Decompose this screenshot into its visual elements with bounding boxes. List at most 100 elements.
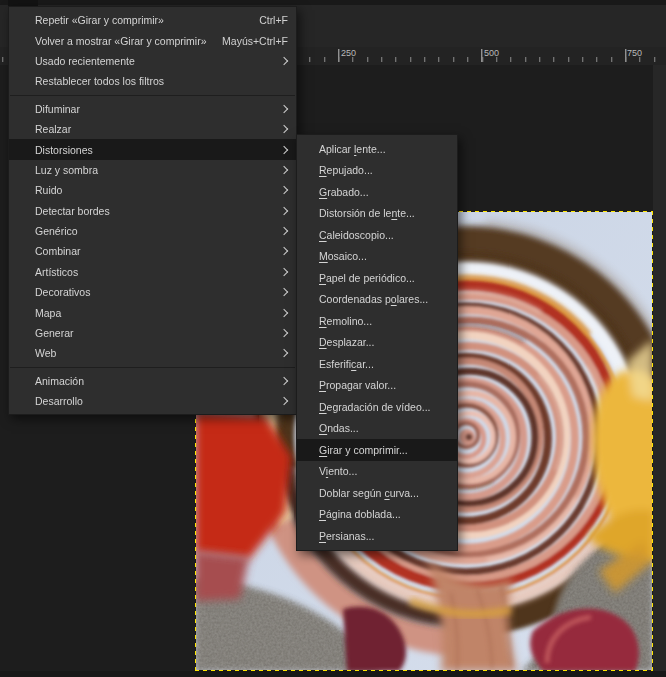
menu-item-papel-de-periodico[interactable]: Papel de periódico... bbox=[297, 267, 457, 289]
canvas-gutter-right bbox=[653, 65, 666, 677]
submenu-arrow-icon bbox=[280, 57, 288, 65]
menu-item-restablecer-todos-los-filtros[interactable]: Restablecer todos los filtros bbox=[9, 71, 296, 91]
menu-item-label: Remolino... bbox=[319, 315, 449, 327]
menu-item-pagina-doblada[interactable]: Página doblada... bbox=[297, 504, 457, 526]
menu-item-decorativos[interactable]: Decorativos bbox=[9, 282, 296, 302]
menu-item-label: Animación bbox=[35, 375, 281, 387]
menu-item-usado-recientemente[interactable]: Usado recientemente bbox=[9, 51, 296, 71]
menu-item-label: Página doblada... bbox=[319, 508, 449, 520]
menu-item-label: Usado recientemente bbox=[35, 55, 281, 67]
menu-item-label: Realzar bbox=[35, 123, 281, 135]
menu-item-ruido[interactable]: Ruido bbox=[9, 180, 296, 200]
submenu-arrow-icon bbox=[280, 397, 288, 405]
submenu-arrow-icon bbox=[280, 206, 288, 214]
menu-item-label: Web bbox=[35, 347, 281, 359]
menu-item-web[interactable]: Web bbox=[9, 343, 296, 363]
menu-item-mosaico[interactable]: Mosaico... bbox=[297, 246, 457, 268]
filters-context-menu: Repetir «Girar y comprimir»Ctrl+FVolver … bbox=[8, 6, 297, 415]
menu-item-label: Degradación de vídeo... bbox=[319, 401, 449, 413]
menu-item-desarrollo[interactable]: Desarrollo bbox=[9, 391, 296, 411]
menu-item-label: Viento... bbox=[319, 465, 449, 477]
submenu-arrow-icon bbox=[280, 166, 288, 174]
menu-item-aplicar-lente[interactable]: Aplicar lente... bbox=[297, 138, 457, 160]
menu-item-ondas[interactable]: Ondas... bbox=[297, 418, 457, 440]
submenu-arrow-icon bbox=[280, 377, 288, 385]
menu-item-label: Grabado... bbox=[319, 186, 449, 198]
menu-item-volver-a-mostrar-girar-y-comprimir[interactable]: Volver a mostrar «Girar y comprimir» Mayú… bbox=[9, 30, 296, 50]
submenu-arrow-icon bbox=[280, 145, 288, 153]
menu-item-caleidoscopio[interactable]: Caleidoscopio... bbox=[297, 224, 457, 246]
submenu-arrow-icon bbox=[280, 105, 288, 113]
menu-item-remolino[interactable]: Remolino... bbox=[297, 310, 457, 332]
menu-item-detectar-bordes[interactable]: Detectar bordes bbox=[9, 201, 296, 221]
submenu-arrow-icon bbox=[280, 268, 288, 276]
menu-item-label: Detectar bordes bbox=[35, 205, 281, 217]
menu-item-generar[interactable]: Generar bbox=[9, 323, 296, 343]
layer-boundary bbox=[195, 670, 653, 671]
ruler-label: 250 bbox=[341, 48, 356, 58]
menu-item-realzar[interactable]: Realzar bbox=[9, 119, 296, 139]
menu-item-label: Distorsión de lente... bbox=[319, 207, 449, 219]
menu-item-mapa[interactable]: Mapa bbox=[9, 302, 296, 322]
menu-item-shortcut: Ctrl+F bbox=[259, 14, 288, 26]
menu-item-label: Coordenadas polares... bbox=[319, 293, 449, 305]
menu-item-label: Mapa bbox=[35, 307, 281, 319]
menu-item-label: Artísticos bbox=[35, 266, 281, 278]
menu-item-label: Persianas... bbox=[319, 530, 449, 542]
submenu-arrow-icon bbox=[280, 288, 288, 296]
menu-item-persianas[interactable]: Persianas... bbox=[297, 525, 457, 547]
menu-item-label: Girar y comprimir... bbox=[319, 444, 449, 456]
menu-item-label: Distorsiones bbox=[35, 144, 281, 156]
menu-item-generico[interactable]: Genérico bbox=[9, 221, 296, 241]
submenu-arrow-icon bbox=[280, 349, 288, 357]
menu-item-repetir-girar-y-comprimir[interactable]: Repetir «Girar y comprimir»Ctrl+F bbox=[9, 10, 296, 30]
menu-item-distorsion-de-lente[interactable]: Distorsión de lente... bbox=[297, 203, 457, 225]
menu-item-artisticos[interactable]: Artísticos bbox=[9, 262, 296, 282]
menu-item-label: Desarrollo bbox=[35, 395, 281, 407]
menu-item-label: Volver a mostrar «Girar y comprimir» bbox=[35, 35, 208, 47]
submenu-arrow-icon bbox=[280, 186, 288, 194]
menu-item-doblar-segun-curva[interactable]: Doblar según curva... bbox=[297, 482, 457, 504]
submenu-arrow-icon bbox=[280, 247, 288, 255]
menu-item-label: Luz y sombra bbox=[35, 164, 281, 176]
menu-item-propagar-valor[interactable]: Propagar valor... bbox=[297, 375, 457, 397]
menu-item-difuminar[interactable]: Difuminar bbox=[9, 99, 296, 119]
submenu-arrow-icon bbox=[280, 308, 288, 316]
menu-item-label: Aplicar lente... bbox=[319, 143, 449, 155]
menu-item-repujado[interactable]: Repujado... bbox=[297, 160, 457, 182]
menu-item-label: Generar bbox=[35, 327, 281, 339]
submenu-arrow-icon bbox=[280, 227, 288, 235]
menu-item-label: Repujado... bbox=[319, 164, 449, 176]
menu-item-girar-y-comprimir[interactable]: Girar y comprimir... bbox=[297, 439, 457, 461]
menu-item-esferificar[interactable]: Esferificar... bbox=[297, 353, 457, 375]
menu-item-label: Mosaico... bbox=[319, 250, 449, 262]
menu-item-degradacion-de-video[interactable]: Degradación de vídeo... bbox=[297, 396, 457, 418]
menu-item-label: Restablecer todos los filtros bbox=[35, 75, 288, 87]
menu-item-coordenadas-polares[interactable]: Coordenadas polares... bbox=[297, 289, 457, 311]
menu-item-combinar[interactable]: Combinar bbox=[9, 241, 296, 261]
distorsiones-submenu: Aplicar lente... Repujado... Grabado... Dis… bbox=[296, 134, 458, 551]
menu-item-label: Esferificar... bbox=[319, 358, 449, 370]
ruler-label: 500 bbox=[484, 48, 499, 58]
menu-item-label: Doblar según curva... bbox=[319, 487, 449, 499]
layer-boundary bbox=[652, 211, 653, 671]
menu-separator bbox=[10, 367, 295, 368]
menu-item-desplazar[interactable]: Desplazar... bbox=[297, 332, 457, 354]
menu-item-luz-y-sombra[interactable]: Luz y sombra bbox=[9, 160, 296, 180]
canvas-gutter-bottom bbox=[0, 671, 666, 677]
menu-separator bbox=[10, 95, 295, 96]
menu-item-label: Ruido bbox=[35, 184, 281, 196]
submenu-arrow-icon bbox=[280, 329, 288, 337]
menu-item-label: Combinar bbox=[35, 245, 281, 257]
submenu-arrow-icon bbox=[280, 125, 288, 133]
menu-item-label: Decorativos bbox=[35, 286, 281, 298]
menu-item-label: Desplazar... bbox=[319, 336, 449, 348]
menu-item-label: Difuminar bbox=[35, 103, 281, 115]
menu-item-viento[interactable]: Viento... bbox=[297, 461, 457, 483]
menu-item-animacion[interactable]: Animación bbox=[9, 371, 296, 391]
menu-item-label: Papel de periódico... bbox=[319, 272, 449, 284]
menu-item-label: Propagar valor... bbox=[319, 379, 449, 391]
menu-item-shortcut: Mayús+Ctrl+F bbox=[222, 35, 288, 47]
menu-item-grabado[interactable]: Grabado... bbox=[297, 181, 457, 203]
menu-item-distorsiones[interactable]: Distorsiones bbox=[9, 139, 296, 159]
